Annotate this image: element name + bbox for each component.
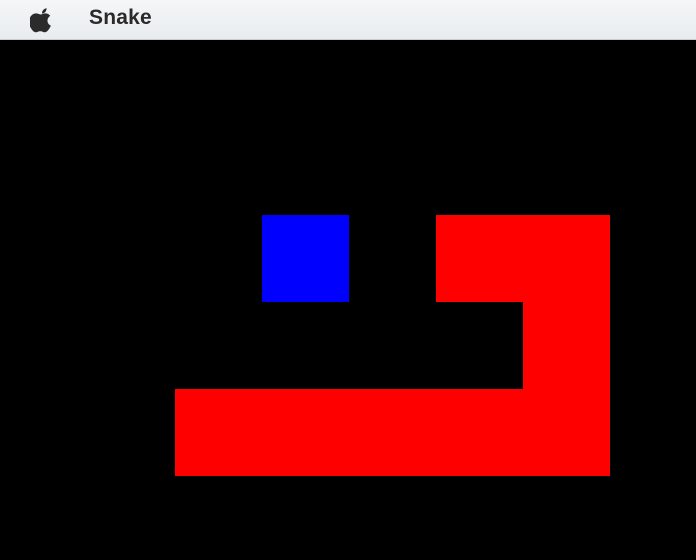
app-menu-title[interactable]: Snake xyxy=(89,6,152,30)
snake-segment xyxy=(523,302,610,389)
food-block xyxy=(262,215,349,302)
menu-bar: Snake xyxy=(0,0,696,40)
snake-segment xyxy=(436,389,523,476)
snake-segment xyxy=(523,389,610,476)
snake-segment xyxy=(175,389,262,476)
snake-head xyxy=(436,215,523,302)
snake-segment xyxy=(262,389,349,476)
snake-segment xyxy=(523,215,610,302)
snake-segment xyxy=(349,389,436,476)
apple-logo-icon[interactable] xyxy=(30,7,54,33)
game-board[interactable] xyxy=(0,40,696,560)
